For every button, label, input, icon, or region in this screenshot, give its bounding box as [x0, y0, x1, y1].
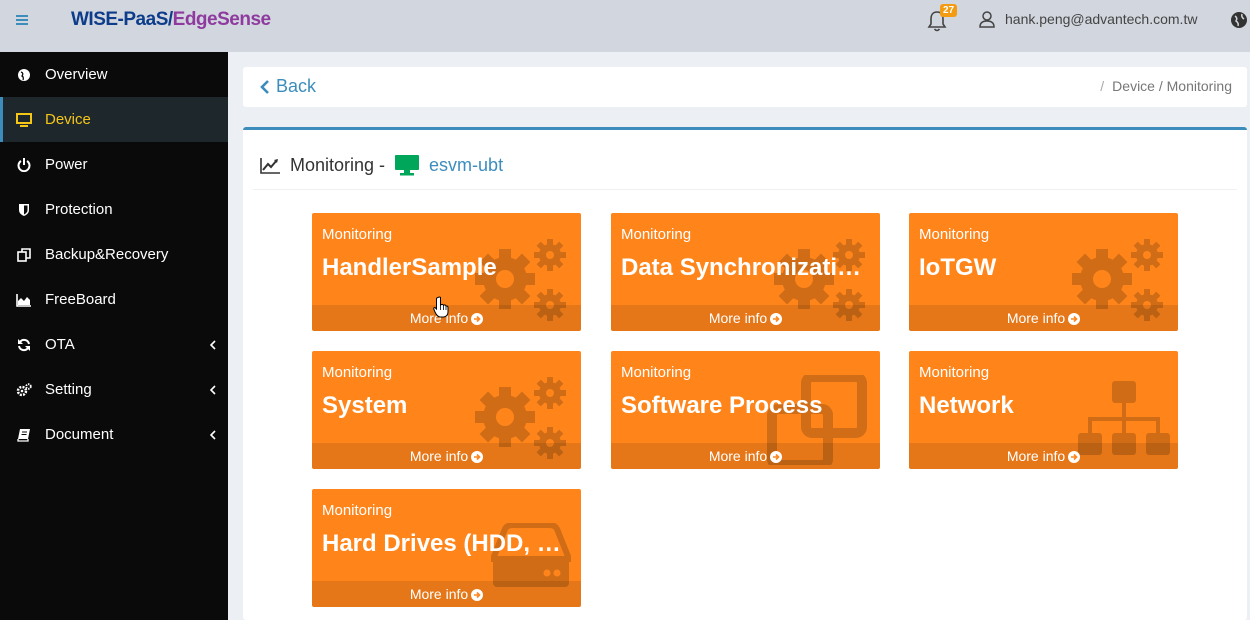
more-info-link[interactable]: More info: [611, 305, 880, 331]
breadcrumb-path[interactable]: Device / Monitoring: [1112, 78, 1232, 94]
sidebar-item-freeboard[interactable]: FreeBoard: [0, 277, 228, 322]
monitor-icon: [395, 155, 420, 176]
sidebar-item-device[interactable]: Device: [0, 97, 228, 142]
copy-icon: [16, 247, 32, 263]
breadcrumb-separator: /: [1100, 78, 1105, 94]
shield-icon: [16, 202, 32, 218]
sidebar-item-power[interactable]: Power: [0, 142, 228, 187]
sidebar-item-ota[interactable]: OTA: [0, 322, 228, 367]
user-icon: [979, 11, 995, 28]
navigation-bar: Back / Device / Monitoring: [243, 67, 1247, 107]
more-info-link[interactable]: More info: [611, 443, 880, 469]
arrow-circle-right-icon: [471, 583, 484, 607]
arrow-circle-right-icon: [1068, 307, 1081, 331]
tile-title: IoTGW: [919, 254, 997, 281]
more-info-link[interactable]: More info: [312, 443, 581, 469]
monitoring-tile-hard-drives[interactable]: Monitoring Hard Drives (HDD, SSD) More i…: [312, 489, 581, 607]
sidebar-item-label: Setting: [45, 381, 92, 398]
more-info-link[interactable]: More info: [909, 443, 1178, 469]
sidebar-item-backup-recovery[interactable]: Backup&Recovery: [0, 232, 228, 277]
sidebar-item-overview[interactable]: Overview: [0, 52, 228, 97]
more-info-label: More info: [1006, 310, 1066, 326]
sidebar-item-protection[interactable]: Protection: [0, 187, 228, 232]
monitoring-tile-network[interactable]: Monitoring Network More info: [909, 351, 1178, 469]
refresh-icon: [16, 337, 32, 353]
more-info-label: More info: [409, 586, 469, 602]
arrow-circle-right-icon: [770, 445, 783, 469]
sidebar-item-label: Device: [45, 111, 91, 128]
book-icon: [16, 427, 32, 443]
more-info-label: More info: [409, 448, 469, 464]
monitor-icon: [16, 112, 32, 128]
more-info-link[interactable]: More info: [909, 305, 1178, 331]
arrow-circle-right-icon: [1068, 445, 1081, 469]
tile-caption: Monitoring: [322, 502, 393, 519]
sidebar-item-label: Backup&Recovery: [45, 246, 169, 263]
sidebar: Overview Device Power Protection Backup&…: [0, 52, 228, 620]
language-globe-icon[interactable]: [1230, 11, 1248, 34]
sidebar-item-document[interactable]: Document: [0, 412, 228, 457]
brand-part1: WISE-PaaS/: [71, 9, 173, 30]
sidebar-item-label: Document: [45, 426, 114, 443]
more-info-label: More info: [1006, 448, 1066, 464]
chevron-left-icon: [209, 382, 216, 399]
more-info-label: More info: [708, 310, 768, 326]
brand-logo[interactable]: WISE-PaaS/EdgeSense: [71, 9, 271, 31]
tile-title: Hard Drives (HDD, SSD): [322, 530, 564, 557]
tile-caption: Monitoring: [322, 364, 393, 381]
user-email: hank.peng@advantech.com.tw: [1005, 11, 1198, 27]
hamburger-menu-icon[interactable]: [16, 13, 28, 31]
tile-title: Network: [919, 392, 1014, 419]
sidebar-item-label: Protection: [45, 201, 113, 218]
back-label: Back: [276, 76, 317, 96]
monitoring-tile-iotgw[interactable]: Monitoring IoTGW More info: [909, 213, 1178, 331]
area-chart-icon: [16, 292, 32, 308]
monitoring-tile-system[interactable]: Monitoring System More info: [312, 351, 581, 469]
tile-caption: Monitoring: [621, 364, 692, 381]
chevron-left-icon: [260, 79, 269, 94]
line-chart-icon: [260, 157, 280, 174]
tile-caption: Monitoring: [919, 364, 990, 381]
panel-title: Monitoring - esvm-ubt: [260, 154, 503, 176]
sidebar-item-label: Power: [45, 156, 88, 173]
chevron-left-icon: [209, 427, 216, 444]
chevron-left-icon: [209, 337, 216, 354]
tile-title: Data Synchronization: [621, 254, 863, 281]
device-name-link[interactable]: esvm-ubt: [429, 155, 503, 176]
back-button[interactable]: Back: [260, 76, 316, 97]
more-info-label: More info: [708, 448, 768, 464]
sidebar-item-label: FreeBoard: [45, 291, 116, 308]
arrow-circle-right-icon: [770, 307, 783, 331]
user-menu[interactable]: hank.peng@advantech.com.tw: [978, 10, 1197, 28]
tile-caption: Monitoring: [919, 226, 990, 243]
tile-title: Software Process: [621, 392, 823, 419]
hand-pointer-cursor-icon: [433, 296, 449, 318]
sidebar-item-label: Overview: [45, 66, 108, 83]
sidebar-item-setting[interactable]: Setting: [0, 367, 228, 412]
breadcrumb: / Device / Monitoring: [1100, 78, 1232, 94]
panel-divider: [253, 189, 1237, 190]
brand-part2: EdgeSense: [172, 9, 271, 30]
monitoring-tile-data-synchronization[interactable]: Monitoring Data Synchronization More inf…: [611, 213, 880, 331]
globe-icon: [16, 67, 32, 83]
arrow-circle-right-icon: [471, 445, 484, 469]
more-info-link[interactable]: More info: [312, 581, 581, 607]
tile-caption: Monitoring: [621, 226, 692, 243]
tile-title: HandlerSample: [322, 254, 497, 281]
arrow-circle-right-icon: [471, 307, 484, 331]
monitoring-tile-software-process[interactable]: Monitoring Software Process More info: [611, 351, 880, 469]
gears-icon: [16, 382, 32, 398]
panel-title-text: Monitoring -: [290, 154, 386, 175]
sidebar-item-label: OTA: [45, 336, 75, 353]
tile-title: System: [322, 392, 408, 419]
notification-count-badge: 27: [940, 4, 958, 17]
tile-caption: Monitoring: [322, 226, 393, 243]
top-header: WISE-PaaS/EdgeSense 27 hank.peng@advante…: [0, 0, 1250, 52]
power-icon: [16, 157, 32, 173]
